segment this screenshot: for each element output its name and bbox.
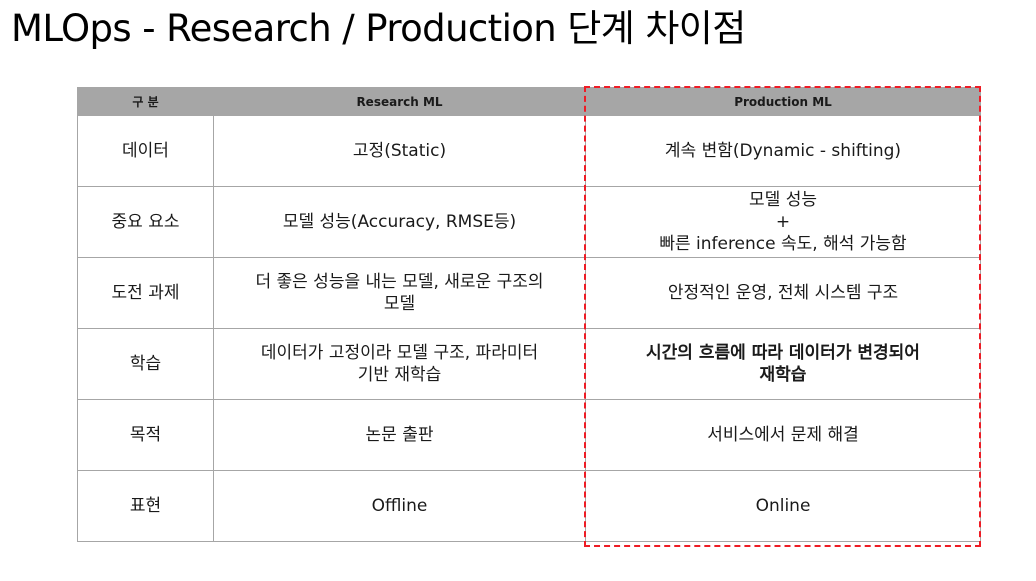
table-row: 학습 데이터가 고정이라 모델 구조, 파라미터 기반 재학습 시간의 흐름에 따… xyxy=(77,328,981,400)
research-cell: 모델 성능(Accuracy, RMSE등) xyxy=(213,186,586,258)
production-cell: 시간의 흐름에 따라 데이터가 변경되어 재학습 xyxy=(585,328,981,400)
row-label: 학습 xyxy=(77,328,214,400)
research-cell: Offline xyxy=(213,470,586,542)
production-cell: 안정적인 운영, 전체 시스템 구조 xyxy=(585,257,981,329)
production-cell: Online xyxy=(585,470,981,542)
research-cell: 더 좋은 성능을 내는 모델, 새로운 구조의 모델 xyxy=(213,257,586,329)
header-category: 구 분 xyxy=(77,87,214,116)
table-row: 중요 요소 모델 성능(Accuracy, RMSE등) 모델 성능 + 빠른 in… xyxy=(77,186,981,258)
research-cell: 고정(Static) xyxy=(213,115,586,187)
table-row: 도전 과제 더 좋은 성능을 내는 모델, 새로운 구조의 모델 안정적인 운영,… xyxy=(77,257,981,329)
header-production-ml: Production ML xyxy=(585,87,981,116)
production-cell: 서비스에서 문제 해결 xyxy=(585,399,981,471)
table-row: 목적 논문 출판 서비스에서 문제 해결 xyxy=(77,399,981,471)
table-row: 표현 Offline Online xyxy=(77,470,981,542)
slide-title: MLOps - Research / Production 단계 차이점 xyxy=(11,7,746,50)
production-cell: 모델 성능 + 빠른 inference 속도, 해석 가능함 xyxy=(585,186,981,258)
production-cell: 계속 변함(Dynamic - shifting) xyxy=(585,115,981,187)
table-header-row: 구 분 Research ML Production ML xyxy=(77,87,981,116)
table-row: 데이터 고정(Static) 계속 변함(Dynamic - shifting) xyxy=(77,115,981,187)
row-label: 데이터 xyxy=(77,115,214,187)
row-label: 목적 xyxy=(77,399,214,471)
row-label: 표현 xyxy=(77,470,214,542)
row-label: 도전 과제 xyxy=(77,257,214,329)
comparison-table: 구 분 Research ML Production ML 데이터 고정(Sta… xyxy=(77,87,981,542)
research-cell: 데이터가 고정이라 모델 구조, 파라미터 기반 재학습 xyxy=(213,328,586,400)
row-label: 중요 요소 xyxy=(77,186,214,258)
research-cell: 논문 출판 xyxy=(213,399,586,471)
header-research-ml: Research ML xyxy=(213,87,586,116)
